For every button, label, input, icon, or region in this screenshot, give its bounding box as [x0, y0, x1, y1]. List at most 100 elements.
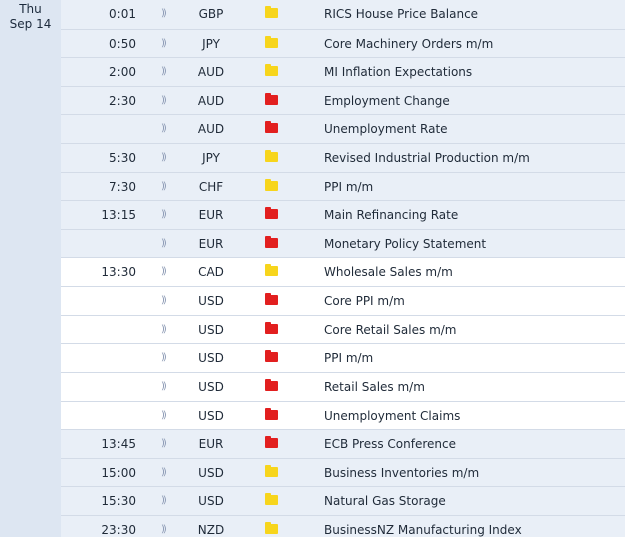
event-row[interactable]: )) USD PPI m/m [61, 343, 625, 372]
speaker-icon[interactable]: )) [161, 258, 171, 286]
impact-cell [265, 373, 279, 401]
speaker-icon[interactable]: )) [161, 402, 171, 430]
impact-cell [265, 430, 279, 458]
high-impact-folder-icon[interactable] [265, 235, 278, 248]
event-row[interactable]: 15:00)) USD Business Inventories m/m [61, 457, 625, 487]
speaker-icon[interactable]: )) [161, 430, 171, 458]
event-title[interactable]: Business Inventories m/m [324, 459, 479, 487]
event-time: 0:50 [109, 36, 136, 51]
event-currency: USD [198, 494, 224, 509]
event-title[interactable]: MI Inflation Expectations [324, 58, 472, 86]
speaker-icon[interactable]: )) [161, 115, 171, 143]
event-title[interactable]: Core Machinery Orders m/m [324, 30, 493, 58]
event-title[interactable]: Unemployment Claims [324, 402, 460, 430]
speaker-icon[interactable]: )) [161, 201, 171, 229]
medium-impact-folder-icon[interactable] [265, 264, 278, 277]
speaker-icon[interactable]: )) [161, 58, 171, 86]
event-title[interactable]: Wholesale Sales m/m [324, 258, 453, 286]
event-row[interactable]: 0:01)) GBP RICS House Price Balance [61, 0, 625, 29]
event-title[interactable]: Retail Sales m/m [324, 373, 425, 401]
event-currency: USD [198, 379, 224, 394]
event-row[interactable]: 5:30)) JPY Revised Industrial Production m… [61, 143, 625, 172]
event-currency: EUR [198, 236, 224, 251]
high-impact-folder-icon[interactable] [265, 407, 278, 420]
speaker-icon[interactable]: )) [161, 487, 171, 515]
event-row[interactable]: )) USD Core Retail Sales m/m [61, 314, 625, 344]
event-row[interactable]: 15:30)) USD Natural Gas Storage [61, 486, 625, 515]
speaker-icon[interactable]: )) [161, 0, 171, 29]
event-row[interactable]: 23:30)) NZD BusinessNZ Manufacturing Index [61, 514, 625, 537]
speaker-icon[interactable]: )) [161, 87, 171, 115]
speaker-icon[interactable]: )) [161, 30, 171, 58]
medium-impact-folder-icon[interactable] [265, 464, 278, 477]
event-row[interactable]: )) AUD Unemployment Rate [61, 114, 625, 144]
event-title[interactable]: PPI m/m [324, 344, 373, 372]
speaker-icon[interactable]: )) [161, 287, 171, 315]
high-impact-folder-icon[interactable] [265, 436, 278, 449]
event-time: 13:30 [101, 265, 136, 280]
event-row[interactable]: 2:00)) AUD MI Inflation Expectations [61, 57, 625, 86]
event-title[interactable]: Employment Change [324, 87, 450, 115]
speaker-icon[interactable]: )) [161, 173, 171, 201]
medium-impact-folder-icon[interactable] [265, 521, 278, 534]
event-row[interactable]: 7:30)) CHF PPI m/m [61, 171, 625, 201]
speaker-icon[interactable]: )) [161, 459, 171, 487]
speaker-icon[interactable]: )) [161, 344, 171, 372]
event-currency: USD [198, 294, 224, 309]
medium-impact-folder-icon[interactable] [265, 6, 278, 18]
event-row[interactable]: )) USD Core PPI m/m [61, 286, 625, 315]
high-impact-folder-icon[interactable] [265, 378, 278, 391]
event-row[interactable]: 2:30)) AUD Employment Change [61, 85, 625, 115]
medium-impact-folder-icon[interactable] [265, 493, 278, 506]
event-row[interactable]: 13:45)) EUR ECB Press Conference [61, 429, 625, 458]
impact-cell [265, 344, 279, 372]
high-impact-folder-icon[interactable] [265, 92, 278, 105]
impact-cell [265, 459, 279, 487]
event-time [61, 287, 136, 315]
high-impact-folder-icon[interactable] [265, 293, 278, 306]
event-title[interactable]: Core Retail Sales m/m [324, 316, 457, 344]
event-time: 7:30 [109, 179, 136, 194]
speaker-icon[interactable]: )) [161, 516, 171, 537]
speaker-icon[interactable]: )) [161, 373, 171, 401]
event-time: 15:30 [101, 494, 136, 509]
event-title[interactable]: ECB Press Conference [324, 430, 456, 458]
event-time [61, 230, 136, 258]
high-impact-folder-icon[interactable] [265, 350, 278, 363]
event-title[interactable]: BusinessNZ Manufacturing Index [324, 516, 522, 537]
event-row[interactable]: )) USD Unemployment Claims [61, 400, 625, 430]
event-currency: EUR [198, 208, 224, 223]
event-title[interactable]: PPI m/m [324, 173, 373, 201]
event-currency: AUD [197, 93, 225, 108]
event-row[interactable]: 13:15)) EUR Main Refinancing Rate [61, 200, 625, 229]
high-impact-folder-icon[interactable] [265, 121, 278, 134]
event-row[interactable]: 0:50)) JPY Core Machinery Orders m/m [61, 28, 625, 58]
event-currency: NZD [197, 522, 225, 537]
medium-impact-folder-icon[interactable] [265, 178, 278, 191]
event-time: 2:00 [109, 65, 136, 80]
medium-impact-folder-icon[interactable] [265, 64, 278, 77]
speaker-icon[interactable]: )) [161, 230, 171, 258]
event-row[interactable]: 13:30)) CAD Wholesale Sales m/m [61, 257, 625, 287]
event-currency: USD [198, 322, 224, 337]
event-title[interactable]: Main Refinancing Rate [324, 201, 458, 229]
medium-impact-folder-icon[interactable] [265, 150, 278, 163]
speaker-icon[interactable]: )) [161, 144, 171, 172]
impact-cell [265, 402, 279, 430]
event-title[interactable]: RICS House Price Balance [324, 0, 478, 29]
event-title[interactable]: Core PPI m/m [324, 287, 405, 315]
impact-cell [265, 516, 279, 537]
high-impact-folder-icon[interactable] [265, 321, 278, 334]
event-time: 0:01 [109, 7, 136, 21]
speaker-icon[interactable]: )) [161, 316, 171, 344]
medium-impact-folder-icon[interactable] [265, 35, 278, 48]
event-time [61, 316, 136, 344]
event-title[interactable]: Monetary Policy Statement [324, 230, 486, 258]
event-row[interactable]: )) USD Retail Sales m/m [61, 371, 625, 401]
high-impact-folder-icon[interactable] [265, 207, 278, 220]
event-row[interactable]: )) EUR Monetary Policy Statement [61, 228, 625, 258]
event-title[interactable]: Revised Industrial Production m/m [324, 144, 530, 172]
event-title[interactable]: Natural Gas Storage [324, 487, 446, 515]
impact-cell [265, 58, 279, 86]
event-title[interactable]: Unemployment Rate [324, 115, 448, 143]
